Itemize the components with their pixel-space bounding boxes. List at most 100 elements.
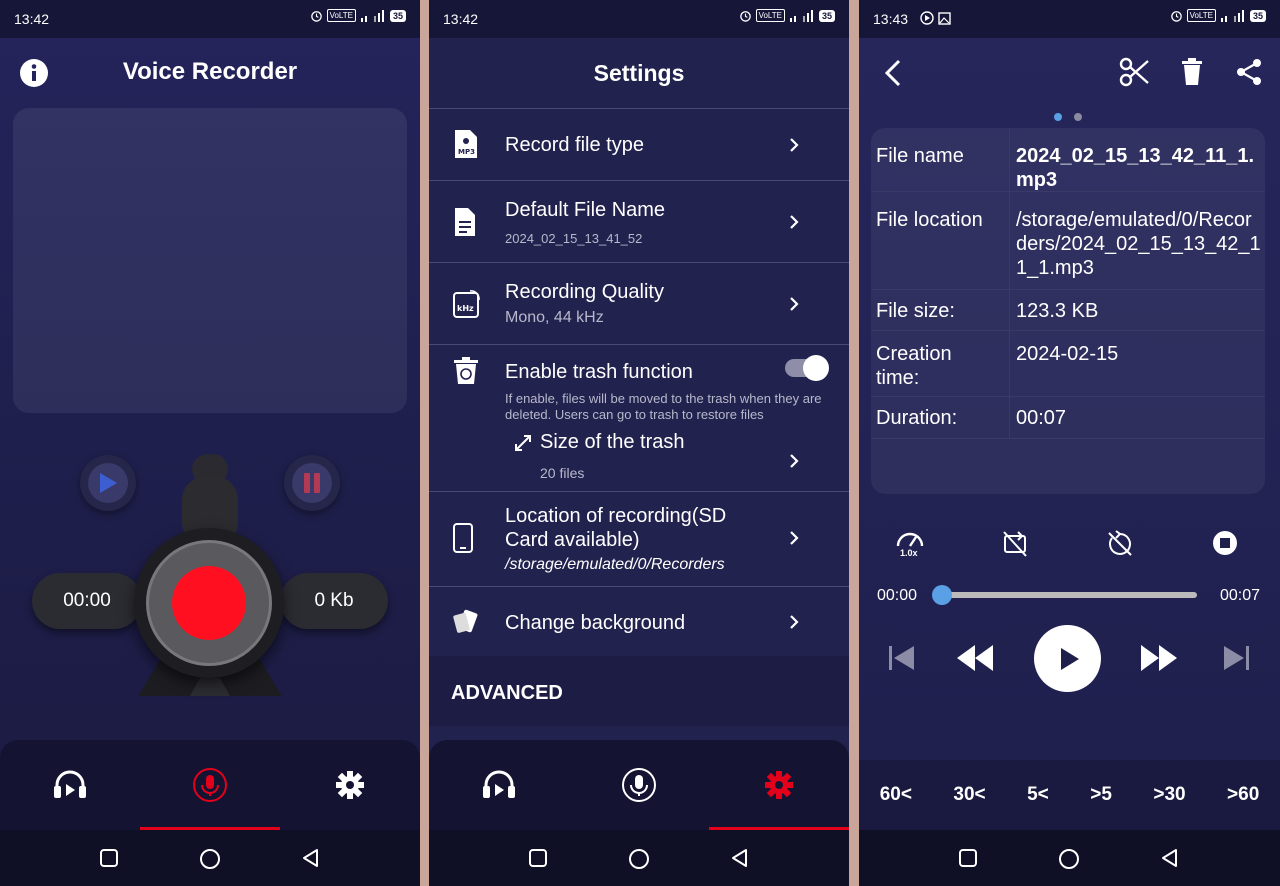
settings-screen: 13:42 VoLTE 35 Settings MP3 Record file … (429, 0, 849, 886)
speed-button[interactable]: 1.0x (895, 528, 927, 562)
cards-icon (453, 609, 478, 633)
recents-icon[interactable] (99, 848, 119, 868)
page-title: Voice Recorder (122, 58, 298, 85)
setting-recording-quality[interactable]: kHz Recording Quality Mono, 44 kHz (429, 262, 849, 344)
status-time: 13:42 (14, 11, 50, 27)
status-time: 13:42 (443, 11, 479, 27)
battery-indicator: 35 (818, 9, 835, 22)
seek-bar[interactable] (941, 592, 1197, 598)
signal-icon (789, 9, 813, 22)
home-icon[interactable] (628, 848, 650, 870)
status-bar: 13:43 VoLTE 35 (859, 0, 1280, 38)
trash-toggle[interactable] (785, 355, 829, 381)
back-icon[interactable] (301, 848, 321, 868)
gear-icon (336, 771, 364, 799)
rewind-icon[interactable] (955, 642, 995, 674)
setting-change-background[interactable]: Change background (429, 586, 849, 656)
skip-forward-30-button[interactable]: >30 (1153, 784, 1185, 806)
setting-recording-location[interactable]: Location of recording(SD Card available)… (429, 491, 849, 586)
tab-record[interactable] (569, 740, 709, 830)
play-icon (1061, 648, 1079, 670)
current-position: 00:00 (877, 587, 918, 604)
tab-settings[interactable] (280, 740, 420, 830)
home-icon[interactable] (1058, 848, 1080, 870)
chevron-right-icon (790, 215, 799, 229)
skip-back-5-button[interactable]: 5< (1027, 784, 1049, 806)
gear-icon (765, 771, 793, 799)
setting-label: Enable trash function (505, 361, 693, 383)
volte-badge: VoLTE (1186, 9, 1216, 22)
mp3-file-icon: MP3 (455, 130, 477, 158)
microphone-icon (622, 768, 656, 802)
skip-back-30-button[interactable]: 30< (953, 784, 985, 806)
chevron-right-icon (790, 454, 799, 468)
info-value: 2024-02-15 (1016, 343, 1119, 365)
info-row-file-location: File location /storage/emulated/0/Record… (871, 192, 1265, 290)
chevron-right-icon (790, 297, 799, 311)
scissors-icon[interactable] (1119, 56, 1151, 88)
play-pause-button[interactable] (1034, 625, 1101, 692)
setting-value: /storage/emulated/0/Recorders (505, 556, 725, 573)
tab-recordings[interactable] (0, 740, 140, 830)
elapsed-time: 00:00 (63, 590, 111, 611)
info-value: 123.3 KB (1016, 300, 1099, 322)
home-icon[interactable] (199, 848, 221, 870)
setting-value: 20 files (540, 465, 585, 481)
back-icon[interactable] (1160, 848, 1180, 868)
delete-icon[interactable] (1181, 58, 1203, 86)
setting-value: Mono, 44 kHz (505, 309, 604, 326)
tab-record[interactable] (140, 740, 280, 830)
play-icon (100, 473, 117, 493)
fast-forward-icon[interactable] (1139, 642, 1179, 674)
info-value: 2024_02_15_13_42_11_1.mp3 (1016, 145, 1255, 191)
setting-record-file-type[interactable]: MP3 Record file type (429, 108, 849, 180)
microphone-icon (193, 768, 227, 802)
skip-forward-5-button[interactable]: >5 (1090, 784, 1112, 806)
stop-icon[interactable] (1212, 530, 1238, 556)
back-icon[interactable] (730, 848, 750, 868)
page-title: Settings (593, 60, 685, 86)
info-row-file-name: File name 2024_02_15_13_42_11_1.mp3 (871, 128, 1265, 192)
document-icon (455, 208, 475, 236)
skip-previous-icon[interactable] (887, 643, 917, 673)
share-icon[interactable] (1235, 58, 1263, 86)
tab-recordings[interactable] (429, 740, 569, 830)
info-key: File name (876, 145, 964, 167)
chevron-right-icon (790, 615, 799, 629)
media-playing-icon (920, 11, 934, 25)
seek-knob[interactable] (932, 585, 952, 605)
skip-back-60-button[interactable]: 60< (880, 784, 912, 806)
bottom-tabs (0, 740, 420, 830)
info-key: Creation time: (876, 343, 952, 389)
skip-next-icon[interactable] (1221, 643, 1251, 673)
bottom-tabs (429, 740, 849, 830)
tab-settings[interactable] (709, 740, 849, 830)
recents-icon[interactable] (958, 848, 978, 868)
file-size: 0 Kb (314, 590, 354, 611)
record-button[interactable] (134, 528, 284, 678)
status-time: 13:43 (873, 11, 909, 27)
skip-forward-60-button[interactable]: >60 (1227, 784, 1259, 806)
setting-trash-size[interactable]: Size of the trash 20 files (509, 429, 849, 489)
info-value: /storage/emulated/0/Recorders/2024_02_15… (1016, 209, 1261, 279)
setting-description: If enable, files will be moved to the tr… (505, 391, 822, 422)
signal-icon (1220, 9, 1244, 22)
back-arrow-icon[interactable] (883, 58, 903, 88)
setting-label: Record file type (505, 134, 644, 156)
system-nav-bar (429, 830, 849, 886)
info-row-duration: Duration: 00:07 (871, 397, 1265, 439)
repeat-off-icon[interactable] (1002, 530, 1028, 558)
pause-button[interactable] (284, 455, 340, 511)
rotate-off-icon[interactable] (1106, 530, 1134, 558)
headphones-icon (483, 770, 515, 798)
system-nav-bar (859, 830, 1280, 886)
play-button[interactable] (80, 455, 136, 511)
alarm-icon (1170, 11, 1182, 22)
image-icon (938, 11, 951, 25)
setting-default-file-name[interactable]: Default File Name 2024_02_15_13_41_52 (429, 180, 849, 262)
recycle-bin-icon (454, 357, 478, 384)
skip-buttons-bar: 60< 30< 5< >5 >30 >60 (859, 760, 1280, 830)
file-info-card: File name 2024_02_15_13_42_11_1.mp3 File… (871, 128, 1265, 494)
battery-indicator: 35 (1249, 9, 1266, 22)
recents-icon[interactable] (528, 848, 548, 868)
